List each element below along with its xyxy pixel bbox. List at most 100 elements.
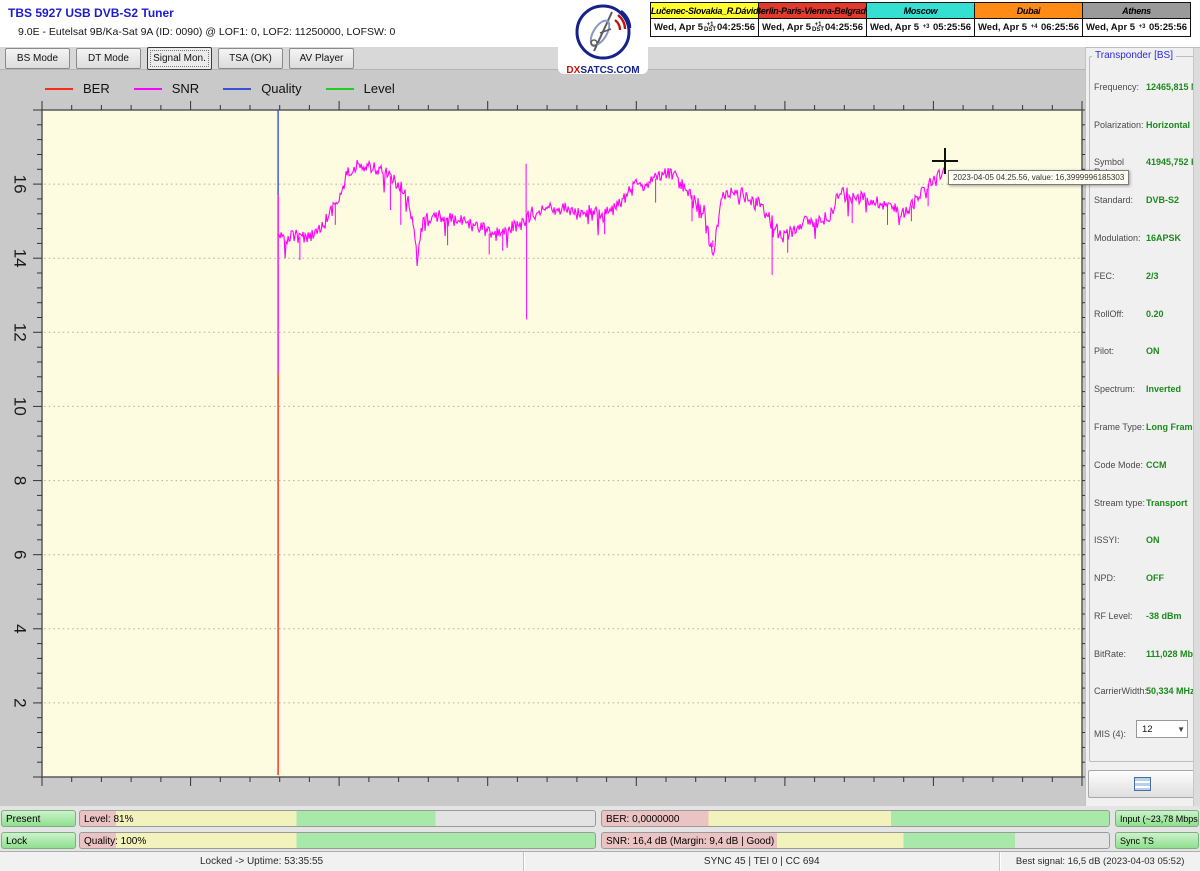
clock-hms: 04:25:56: [717, 22, 755, 33]
quality-line-swatch: [223, 88, 251, 90]
ber-line-swatch: [45, 88, 73, 90]
crosshair-cursor: [932, 160, 958, 162]
clock-date: Wed, Apr 5: [1086, 22, 1135, 33]
clock-time: Wed, Apr 5 +1DST 04:25:56: [650, 19, 759, 37]
stream-list-button[interactable]: [1088, 770, 1196, 798]
tab-bs-mode[interactable]: BS Mode: [5, 48, 70, 69]
clock-date: Wed, Apr 5: [978, 22, 1027, 33]
clock-tz: +1DST: [812, 23, 824, 33]
row-stream-type: Stream type:Transport: [1094, 498, 1194, 508]
dxsatcs-logo: DXSATCS.COM: [558, 1, 648, 74]
snr-gauge: SNR: 16,4 dB (Margin: 9,4 dB | Good): [601, 832, 1110, 849]
row-issyi: ISSYI:ON: [1094, 535, 1194, 545]
tab-signal-mon[interactable]: Signal Mon.: [147, 47, 212, 70]
sidebar-scrollbar[interactable]: [1193, 48, 1200, 806]
svg-text:4: 4: [11, 624, 30, 633]
clock-time: Wed, Apr 5 +1DST 04:25:56: [758, 19, 867, 37]
sync-ts-indicator: Sync TS: [1115, 832, 1199, 849]
clock-city-label: Berlin-Paris-Vienna-Belgrade: [758, 2, 867, 19]
logo-text: DXSATCS.COM: [558, 65, 648, 76]
statusbar-best-signal: Best signal: 16,5 dB (2023-04-03 05:52): [999, 852, 1200, 871]
tab-tsa[interactable]: TSA (OK): [218, 48, 283, 69]
svg-text:6: 6: [11, 550, 30, 559]
clock-lucenec: Lučenec-Slovakia_R.Dávid Wed, Apr 5 +1DS…: [650, 2, 759, 37]
clock-hms: 05:25:56: [933, 22, 971, 33]
status-indicators: Present Level: 81% BER: 0,0000000 Input …: [0, 806, 1200, 851]
transponder-sidebar: Transponder [BS] Frequency:12465,815 MHz…: [1085, 48, 1200, 806]
ber-gauge: BER: 0,0000000: [601, 810, 1110, 827]
clock-date: Wed, Apr 5: [762, 22, 811, 33]
clock-date: Wed, Apr 5: [654, 22, 703, 33]
snr-line-swatch: [134, 88, 162, 90]
svg-text:8: 8: [11, 476, 30, 485]
row-spectrum: Spectrum:Inverted: [1094, 384, 1194, 394]
statusbar-uptime: Locked -> Uptime: 53:35:55: [0, 852, 523, 871]
row-code-mode: Code Mode:CCM: [1094, 460, 1194, 470]
svg-text:2: 2: [11, 698, 30, 707]
row-npd: NPD:OFF: [1094, 573, 1194, 583]
row-polarization: Polarization:Horizontal: [1094, 120, 1194, 130]
legend-level: Level: [326, 81, 395, 96]
legend-ber: BER: [45, 81, 110, 96]
row-rf-level: RF Level:-38 dBm: [1094, 611, 1194, 621]
present-indicator: Present: [1, 810, 76, 827]
row-carrierwidth: CarrierWidth:50,334 MHz: [1094, 686, 1194, 696]
clock-city-label: Athens: [1082, 2, 1191, 19]
chart-value-tooltip: 2023-04-05 04.25.56, value: 16,399999618…: [948, 170, 1129, 185]
clock-date: Wed, Apr 5: [870, 22, 919, 33]
clock-city-label: Moscow: [866, 2, 975, 19]
clock-tz: +1DST: [704, 23, 716, 33]
signal-chart[interactable]: 2 4 6 8 10 12 14 16: [0, 70, 1085, 806]
svg-text:12: 12: [11, 323, 30, 342]
clock-hms: 04:25:56: [825, 22, 863, 33]
statusbar-sync-counters: SYNC 45 | TEI 0 | CC 694: [523, 852, 999, 871]
legend-snr: SNR: [134, 81, 199, 96]
svg-text:16: 16: [11, 175, 30, 194]
chart-legend: BER SNR Quality Level: [45, 81, 395, 96]
clock-time: Wed, Apr 5 +3 05:25:56: [1082, 19, 1191, 37]
transponder-group-title: Transponder [BS]: [1092, 50, 1176, 61]
lock-indicator: Lock: [1, 832, 76, 849]
legend-quality: Quality: [223, 81, 301, 96]
clock-tz: +3: [920, 25, 932, 30]
satellite-subtitle: 9.0E - Eutelsat 9B/Ka-Sat 9A (ID: 0090) …: [18, 26, 395, 38]
clock-hms: 06:25:56: [1041, 22, 1079, 33]
row-fec: FEC:2/3: [1094, 271, 1194, 281]
input-indicator: Input (~23,78 Mbps): [1115, 810, 1199, 827]
level-gauge: Level: 81%: [79, 810, 596, 827]
clock-moscow: Moscow Wed, Apr 5 +3 05:25:56: [866, 2, 975, 37]
row-mis: MIS (4): 12 ▼: [1094, 724, 1194, 742]
app-title: TBS 5927 USB DVB-S2 Tuner: [8, 6, 174, 20]
row-modulation: Modulation:16APSK: [1094, 233, 1194, 243]
clock-tz: +4: [1028, 25, 1040, 30]
row-rolloff: RollOff:0.20: [1094, 309, 1194, 319]
level-line-swatch: [326, 88, 354, 90]
mis-selected-value: 12: [1142, 724, 1153, 735]
clock-tz: +3: [1136, 25, 1148, 30]
svg-text:14: 14: [11, 249, 30, 268]
clock-time: Wed, Apr 5 +3 05:25:56: [866, 19, 975, 37]
clock-city-label: Dubai: [974, 2, 1083, 19]
row-frequency: Frequency:12465,815 MHz: [1094, 82, 1194, 92]
quality-gauge: Quality: 100%: [79, 832, 596, 849]
clock-berlin: Berlin-Paris-Vienna-Belgrade Wed, Apr 5 …: [758, 2, 867, 37]
row-standard: Standard:DVB-S2: [1094, 195, 1194, 205]
tab-dt-mode[interactable]: DT Mode: [76, 48, 141, 69]
satellite-dish-icon: [573, 2, 633, 62]
svg-text:10: 10: [11, 397, 30, 416]
clock-dubai: Dubai Wed, Apr 5 +4 06:25:56: [974, 2, 1083, 37]
mode-tabbar: BS Mode DT Mode Signal Mon. TSA (OK) AV …: [0, 47, 1085, 70]
chevron-down-icon: ▼: [1177, 725, 1185, 734]
clock-hms: 05:25:56: [1149, 22, 1187, 33]
clock-athens: Athens Wed, Apr 5 +3 05:25:56: [1082, 2, 1191, 37]
clock-time: Wed, Apr 5 +4 06:25:56: [974, 19, 1083, 37]
statusbar: Locked -> Uptime: 53:35:55 SYNC 45 | TEI…: [0, 851, 1200, 871]
row-pilot: Pilot:ON: [1094, 346, 1194, 356]
row-frame-type: Frame Type:Long Frame: [1094, 422, 1194, 432]
clock-city-label: Lučenec-Slovakia_R.Dávid: [650, 2, 759, 19]
mis-dropdown[interactable]: 12 ▼: [1136, 720, 1188, 738]
row-bitrate: BitRate:111,028 Mbit/s: [1094, 649, 1194, 659]
signal-monitor-panel: 2 4 6 8 10 12 14 16 BER SNR Quality Level: [0, 70, 1085, 806]
world-clocks: Lučenec-Slovakia_R.Dávid Wed, Apr 5 +1DS…: [650, 2, 1191, 37]
tab-av-player[interactable]: AV Player: [289, 48, 354, 69]
